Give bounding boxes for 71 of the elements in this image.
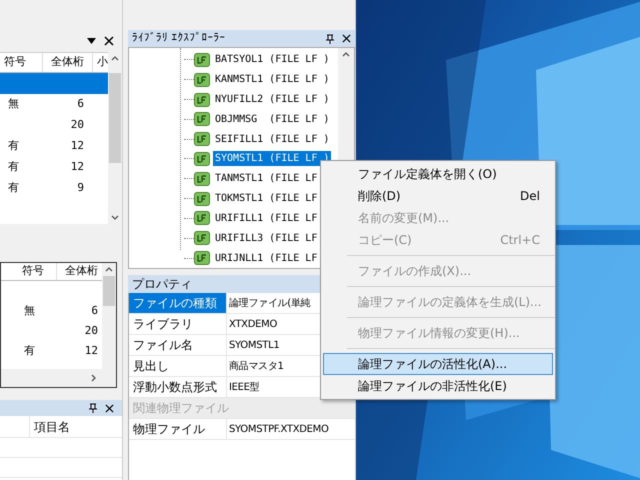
scroll-thumb[interactable] — [109, 73, 121, 163]
file-icon — [194, 72, 210, 87]
pin-icon[interactable] — [89, 403, 97, 413]
tree-item[interactable]: TOKMSTL1 (FILE LF — [213, 191, 320, 206]
close-icon[interactable] — [105, 404, 114, 412]
column-header[interactable]: 符号 — [0, 53, 42, 72]
menu-item[interactable]: 論理ファイルの活性化(A)... — [323, 353, 553, 375]
table-cell-text: 12 — [70, 138, 85, 154]
tree-item[interactable]: NYUFILL2 (FILE LF ) — [213, 92, 332, 108]
close-icon[interactable] — [104, 36, 114, 46]
property-value: 商品マスタ1 — [228, 360, 284, 374]
table-cell-text: 有 — [23, 342, 36, 359]
panel-title: ﾗｲﾌﾞﾗﾘ ｴｸｽﾌﾟﾛｰﾗｰ — [132, 30, 226, 46]
tree-item[interactable]: URIFILL1 (FILE LF — [213, 210, 320, 226]
property-value: IEEE型 — [228, 380, 260, 394]
menu-item[interactable]: 削除(D) Del — [323, 185, 553, 207]
table-cell-text: 有 — [7, 138, 20, 154]
table-cell-text: 20 — [70, 117, 85, 134]
scroll-down-icon[interactable] — [111, 215, 119, 220]
dropdown-icon[interactable] — [87, 38, 96, 44]
pin-icon[interactable] — [326, 34, 334, 44]
table-cell-text: 20 — [84, 322, 99, 339]
tree-item[interactable]: URIFILL3 (FILE LF — [213, 230, 320, 246]
property-name[interactable]: 物理ファイル — [129, 419, 227, 439]
scroll-up-icon[interactable] — [111, 56, 119, 61]
property-value: XTXDEMO — [228, 318, 278, 332]
file-icon — [194, 231, 210, 246]
close-icon[interactable] — [342, 34, 351, 43]
scroll-up-icon[interactable] — [342, 52, 350, 57]
table-cell-text: 6 — [90, 302, 99, 319]
table-cell-text: 9 — [76, 180, 85, 196]
column-header[interactable]: 全体桁 — [42, 53, 92, 72]
tree-item[interactable]: OBJMMSG (FILE LF ) — [213, 112, 332, 127]
horizontal-scrollbar[interactable] — [1, 369, 116, 387]
property-value: SYOMSTL1 — [228, 338, 280, 352]
file-icon — [194, 92, 210, 107]
table-cell-text: 6 — [76, 96, 85, 112]
file-icon — [194, 112, 210, 126]
file-icon — [194, 52, 210, 67]
tree-item[interactable]: KANMSTL1 (FILE LF ) — [213, 72, 332, 88]
scroll-up-icon[interactable] — [105, 267, 113, 272]
table-cell-text: 有 — [7, 180, 20, 196]
table-cell-text: 12 — [84, 342, 99, 359]
property-value: 論理ファイル(単純 — [228, 296, 310, 310]
property-name[interactable]: ファイル名 — [129, 335, 227, 355]
table-cell-text: 無 — [23, 302, 36, 319]
file-icon — [194, 172, 210, 186]
property-name[interactable]: 見出し — [129, 356, 227, 376]
menu-item[interactable]: 論理ファイルの非活性化(E) — [323, 375, 553, 397]
scroll-thumb[interactable] — [103, 276, 115, 306]
file-icon — [194, 132, 210, 146]
tree-item[interactable]: TANMSTL1 (FILE LF — [213, 171, 320, 186]
tree-item[interactable]: BATSYOL1 (FILE LF ) — [213, 52, 332, 68]
column-header[interactable]: 符号 — [8, 263, 56, 280]
scrollbar[interactable] — [102, 263, 116, 369]
tree-item[interactable]: SEIFILL1 (FILE LF ) — [213, 132, 332, 147]
file-icon — [194, 211, 210, 226]
table-cell-text: 12 — [70, 159, 85, 176]
panel-title: プロパティ — [132, 276, 192, 293]
property-name[interactable]: ファイルの種類 — [129, 293, 227, 313]
property-name[interactable]: 浮動小数点形式 — [129, 377, 227, 397]
file-icon — [194, 192, 210, 206]
column-header[interactable]: 項目名 — [30, 416, 70, 437]
tree-item[interactable]: URIJNLL1 (FILE LF — [213, 250, 320, 266]
table-cell-text: 無 — [7, 96, 20, 112]
table-cell-text: 有 — [7, 159, 20, 176]
file-icon — [194, 152, 210, 166]
file-icon — [194, 251, 210, 266]
property-name[interactable]: ライブラリ — [129, 314, 227, 334]
scroll-right-icon[interactable] — [91, 374, 96, 382]
property-value: SYOMSTPF.XTXDEMO — [228, 422, 329, 436]
